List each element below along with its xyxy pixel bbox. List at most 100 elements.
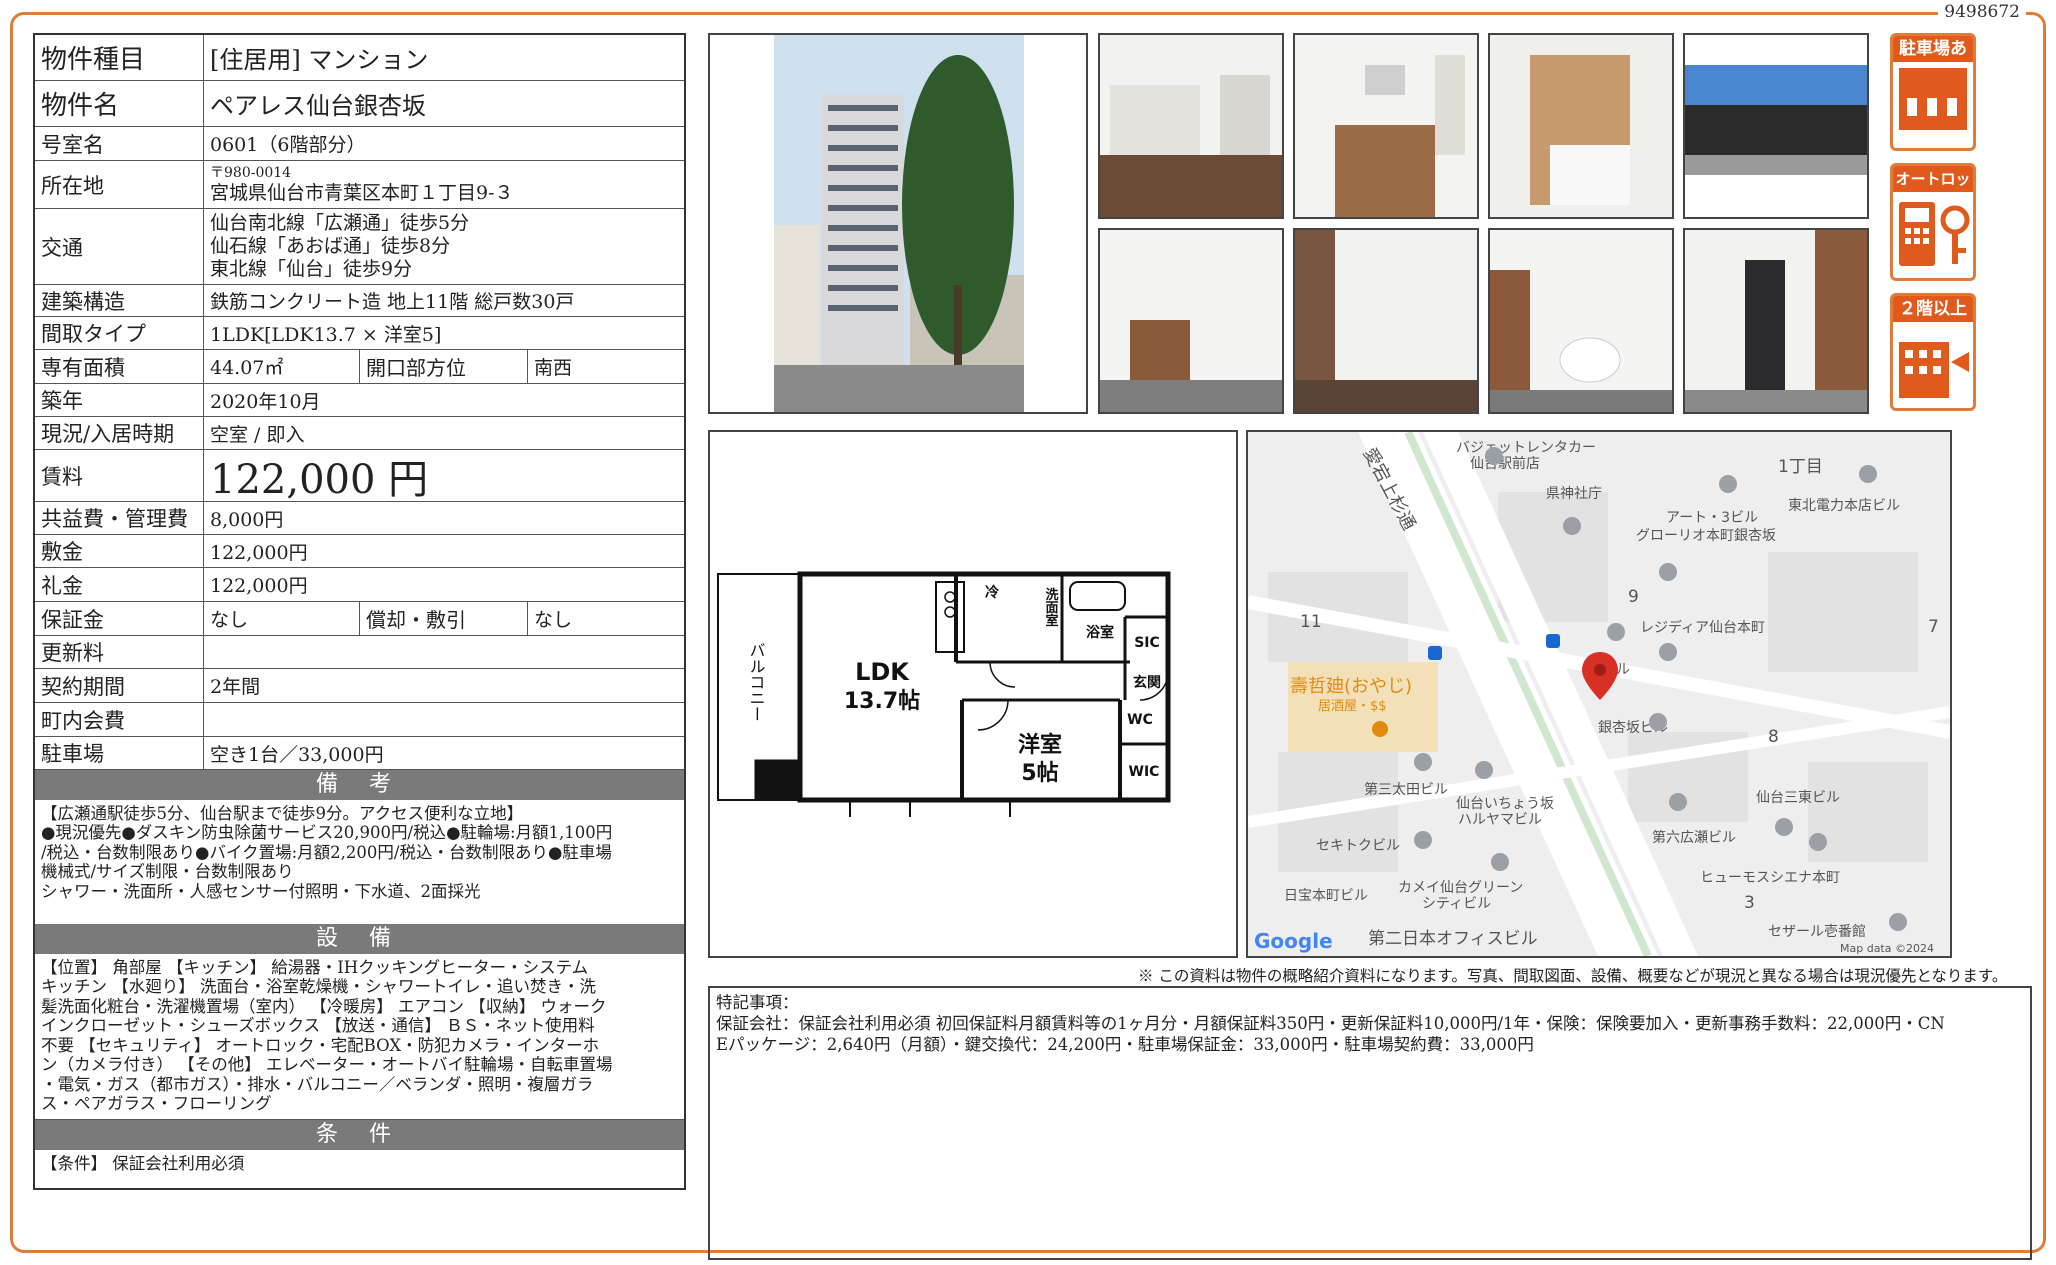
autolock-badge-label: オートロック xyxy=(1893,166,1973,214)
equipment-line: ン（カメラ付き） 【その他】 エレベーター・オートバイ駐輪場・自転車置場 xyxy=(41,1055,613,1075)
community-label: 町内会費 xyxy=(35,703,204,736)
map-label: 第六広瀬ビル xyxy=(1652,829,1736,846)
remarks-line: ●現況優先●ダスキン防虫除菌サービス20,900円/税込●駐輪場:月額1,100… xyxy=(41,823,613,843)
remarks-text: 【広瀬通駅徒歩5分、仙台駅まで徒歩9分。アクセス便利な立地】 ●現況優先●ダスキ… xyxy=(35,800,684,924)
document-id: 9498672 xyxy=(1938,2,2026,22)
parking-label: 駐車場 xyxy=(35,737,204,769)
floor-plan: バルコニー LDK 13.7帖 洋室 5帖 冷 洗面室 浴室 SIC 玄関 WC… xyxy=(708,430,1238,958)
restaurant-icon xyxy=(1372,721,1388,737)
map-label: レジディア仙台本町 xyxy=(1640,619,1765,636)
bathroom-photo xyxy=(1488,33,1674,219)
map-label: 県神社庁 xyxy=(1546,486,1602,502)
map-label: 仙台駅前店 xyxy=(1470,455,1540,472)
contract-label: 契約期間 xyxy=(35,669,204,702)
balcony-label: バルコニー xyxy=(747,642,766,722)
amort-label: 償却・敷引 xyxy=(359,602,528,635)
map-label: 1丁目 xyxy=(1778,457,1823,477)
row-parking: 駐車場 空き1台／33,000円 xyxy=(35,737,684,770)
community-value xyxy=(204,703,684,736)
remarks-line: 機械式/サイズ制限・台数制限あり xyxy=(41,862,294,882)
renewal-value xyxy=(204,636,684,668)
map-label: アート・3ビル xyxy=(1666,510,1758,526)
conditions-heading: 条 件 xyxy=(35,1120,684,1150)
map-label: セザール壱番館 xyxy=(1768,923,1866,940)
row-transport: 交通 仙台南北線「広瀬通」徒歩5分 仙石線「あおば通」徒歩8分 東北線「仙台」徒… xyxy=(35,209,684,285)
toilet-photo xyxy=(1488,228,1674,414)
map-label: ヒューモスシエナ本町 xyxy=(1700,870,1840,886)
second-floor-badge-label: ２階以上 xyxy=(1893,296,1973,322)
remarks-line: 【広瀬通駅徒歩5分、仙台駅まで徒歩9分。アクセス便利な立地】 xyxy=(41,804,524,823)
area-value: 44.07㎡ xyxy=(210,357,284,379)
map-restaurant-label: 壽哲廸(おやじ) xyxy=(1290,676,1412,697)
row-rent: 賃料 122,000 円 xyxy=(35,450,684,503)
map-label: セキトクビル xyxy=(1316,838,1400,854)
guarantee-label: 保証金 xyxy=(35,602,204,635)
map-block-number: 8 xyxy=(1768,727,1779,747)
equipment-heading: 設 備 xyxy=(35,924,684,954)
map-block-number: 7 xyxy=(1928,617,1939,637)
subway-station-icon xyxy=(1428,646,1442,660)
row-area: 専有面積 44.07㎡ 開口部方位 南西 xyxy=(35,350,684,384)
map-block-number: 3 xyxy=(1744,893,1755,913)
row-built: 築年 2020年10月 xyxy=(35,384,684,417)
address-value: 宮城県仙台市青葉区本町１丁目9-３ xyxy=(210,181,514,204)
row-address: 所在地 〒980-0014 宮城県仙台市青葉区本町１丁目9-３ xyxy=(35,161,684,209)
western-room-label: 洋室 xyxy=(1018,732,1062,758)
parking-icon xyxy=(1899,68,1967,130)
row-community: 町内会費 xyxy=(35,703,684,737)
row-room: 号室名 0601（6階部分） xyxy=(35,127,684,161)
direction-value: 南西 xyxy=(534,357,573,379)
contract-value: 2年間 xyxy=(210,676,261,698)
map-attribution: Map data ©2024 xyxy=(1840,942,1934,955)
ldk-size-label: 13.7帖 xyxy=(844,689,920,714)
layout-label: 間取タイプ xyxy=(35,317,204,349)
type-value: [住居用] マンション xyxy=(210,46,429,74)
property-info-table: 物件種目 [住居用] マンション 物件名 ペアレス仙台銀杏坂 号室名 0601（… xyxy=(33,33,686,1190)
transport-label: 交通 xyxy=(35,209,204,284)
special-notes-line: Eパッケージ：2,640円（月額）・鍵交換代：24,200円・駐車場保証金：33… xyxy=(716,1035,1534,1055)
rent-label: 賃料 xyxy=(35,450,204,501)
row-fee: 共益費・管理費 8,000円 xyxy=(35,502,684,535)
fridge-label: 冷 xyxy=(985,584,999,601)
deposit-label: 敷金 xyxy=(35,535,204,567)
equipment-line: 髪洗面化粧台・洗濯機置場（室内） 【冷暖房】 エアコン 【収納】 ウォーク xyxy=(41,996,607,1016)
wic-label: WIC xyxy=(1129,764,1160,780)
entrance-photo xyxy=(1683,228,1869,414)
fee-label: 共益費・管理費 xyxy=(35,502,204,534)
map-restaurant-sub: 居酒屋・$$ xyxy=(1318,699,1387,714)
room-label: 号室名 xyxy=(35,127,204,160)
transport-line: 仙石線「あおば通」徒歩8分 xyxy=(210,235,451,258)
google-logo: Google xyxy=(1254,929,1333,953)
equipment-line: ス・ペアガラス・フローリング xyxy=(41,1094,272,1114)
renewal-label: 更新料 xyxy=(35,636,204,668)
guarantee-value: なし xyxy=(210,609,249,631)
lock-icon xyxy=(1899,202,1970,266)
address-label: 所在地 xyxy=(35,161,204,208)
exterior-photo xyxy=(708,33,1088,414)
map-label: シティビル xyxy=(1422,896,1491,912)
fee-value: 8,000円 xyxy=(210,508,284,531)
ldk-label: LDK xyxy=(855,658,910,686)
parking-badge-label: 駐車場あり xyxy=(1893,36,1973,85)
equipment-line: 不要 【セキュリティ】 オートロック・宅配BOX・防犯カメラ・インターホ xyxy=(41,1035,600,1055)
equipment-line: キッチン 【水廻り】 洗面台・浴室乾燥機・シャワートイレ・追い焚き・洗 xyxy=(41,977,596,997)
map-block-number: 9 xyxy=(1628,587,1639,607)
wc-label: WC xyxy=(1127,712,1153,728)
second-floor-badge: ２階以上 xyxy=(1890,293,1976,411)
balcony-photo xyxy=(1683,33,1869,219)
living-room-photo xyxy=(1098,33,1284,219)
status-label: 現況/入居時期 xyxy=(35,417,204,449)
deposit-value: 122,000円 xyxy=(210,541,308,564)
key-money-value: 122,000円 xyxy=(210,575,308,597)
row-deposit: 敷金 122,000円 xyxy=(35,535,684,568)
map-label: 第二日本オフィスビル xyxy=(1368,929,1538,949)
autolock-badge: オートロック xyxy=(1890,163,1976,281)
amort-value: なし xyxy=(534,609,573,631)
closet-photo xyxy=(1293,228,1479,414)
room-value: 0601（6階部分） xyxy=(210,134,366,156)
map-label: グローリオ本町銀杏坂 xyxy=(1636,528,1776,544)
remarks-line: /税込・台数制限あり●バイク置場:月額2,200円/税込・台数制限あり●駐車場 xyxy=(41,842,612,862)
map-label: 仙台いちょう坂 xyxy=(1456,796,1554,812)
location-map[interactable]: 愛宕上杉通 バジェットレンタカー 仙台駅前店 1丁目 県神社庁 アート・3ビル … xyxy=(1246,430,1952,958)
name-label: 物件名 xyxy=(35,81,204,126)
